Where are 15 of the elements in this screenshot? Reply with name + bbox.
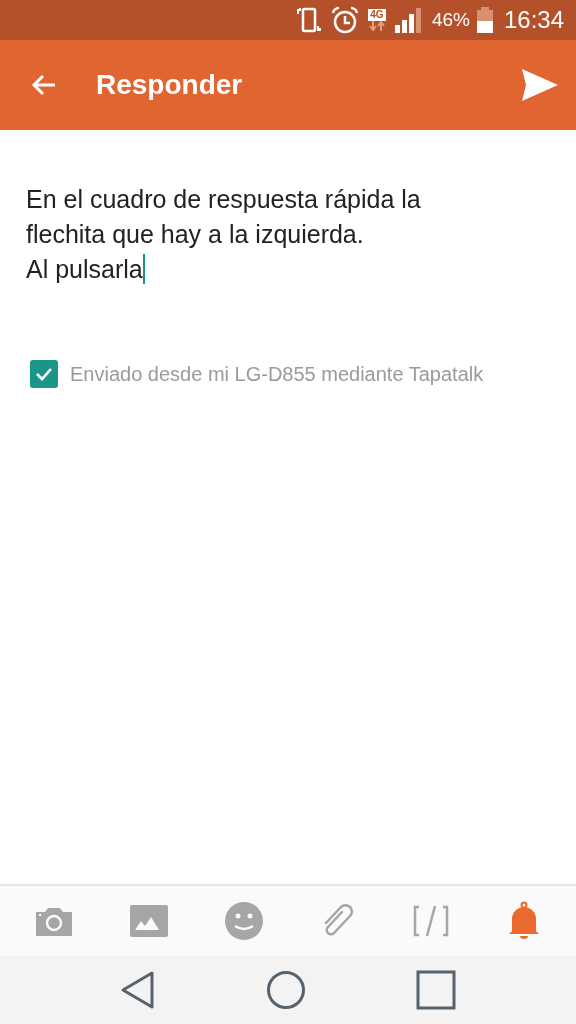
battery-percent: 46% bbox=[431, 9, 470, 31]
emoji-button[interactable] bbox=[224, 901, 265, 941]
message-field[interactable]: En el cuadro de respuesta rápida la flechita que hay a la izquierda. Al pulsarla bbox=[26, 182, 550, 287]
signature-label: Enviado desde mi LG-D855 mediante Tapatalk bbox=[70, 362, 484, 386]
send-button[interactable] bbox=[520, 67, 560, 103]
recents-button[interactable] bbox=[416, 970, 456, 1010]
signature-checkbox[interactable] bbox=[30, 360, 58, 388]
network-label: 4G bbox=[368, 9, 386, 21]
clock-time: 16:34 bbox=[503, 6, 564, 34]
back-nav-button[interactable] bbox=[120, 970, 156, 1010]
home-button[interactable] bbox=[266, 970, 306, 1010]
data-arrows-icon bbox=[366, 21, 387, 31]
screen-title: Responder bbox=[96, 69, 244, 101]
battery-icon bbox=[474, 5, 495, 35]
image-button[interactable] bbox=[129, 904, 169, 938]
